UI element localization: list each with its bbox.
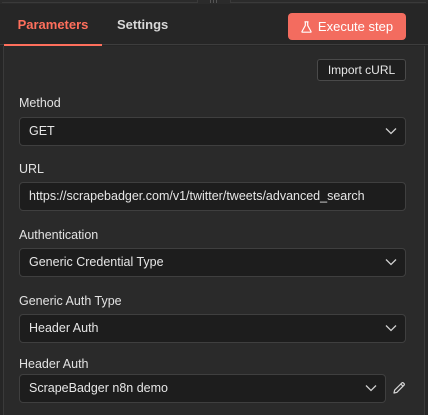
tab-bar: Parameters Settings Execute step bbox=[0, 4, 428, 46]
generic-auth-type-value: Header Auth bbox=[29, 321, 99, 335]
execute-step-button[interactable]: Execute step bbox=[288, 13, 406, 40]
generic-auth-type-label: Generic Auth Type bbox=[19, 294, 122, 308]
method-select[interactable]: GET bbox=[19, 117, 406, 146]
generic-auth-type-select[interactable]: Header Auth bbox=[19, 314, 406, 343]
tab-settings[interactable]: Settings bbox=[117, 4, 168, 45]
authentication-value: Generic Credential Type bbox=[29, 255, 164, 269]
chevron-down-icon bbox=[385, 259, 397, 266]
authentication-label: Authentication bbox=[19, 228, 99, 242]
method-value: GET bbox=[29, 124, 55, 138]
import-curl-button[interactable]: Import cURL bbox=[317, 59, 406, 81]
resize-handle[interactable] bbox=[210, 0, 218, 3]
flask-icon bbox=[301, 20, 312, 33]
chevron-down-icon bbox=[365, 385, 377, 392]
header-auth-select[interactable]: ScrapeBadger n8n demo bbox=[19, 374, 386, 403]
method-label: Method bbox=[19, 96, 61, 110]
url-label: URL bbox=[19, 162, 45, 176]
chevron-down-icon bbox=[385, 325, 397, 332]
chevron-down-icon bbox=[385, 128, 397, 135]
authentication-select[interactable]: Generic Credential Type bbox=[19, 248, 406, 277]
header-auth-label: Header Auth bbox=[19, 357, 89, 371]
header-auth-value: ScrapeBadger n8n demo bbox=[29, 381, 168, 395]
url-input[interactable]: https://scrapebadger.com/v1/twitter/twee… bbox=[19, 182, 406, 211]
pencil-icon[interactable] bbox=[392, 381, 406, 395]
url-value: https://scrapebadger.com/v1/twitter/twee… bbox=[29, 189, 365, 203]
tab-parameters[interactable]: Parameters bbox=[4, 4, 102, 46]
execute-step-label: Execute step bbox=[317, 19, 394, 34]
